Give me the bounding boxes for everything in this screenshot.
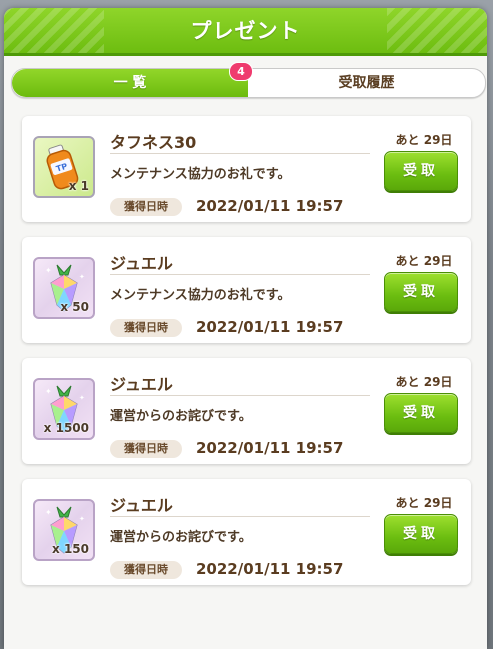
jewel-icon: ✦ ✦ x 150 — [33, 499, 95, 561]
item-name: ジュエル — [110, 375, 173, 394]
acquired-date: 2022/01/11 19:57 — [196, 560, 344, 578]
present-dialog: プレゼント 一 覧 4 受取履歴 TP x 1 タフネス30 メンテナンス協力の… — [4, 8, 487, 649]
divider — [110, 274, 370, 275]
receive-button[interactable]: 受取 — [384, 514, 458, 554]
tab-bar: 一 覧 4 受取履歴 — [11, 62, 486, 98]
item-quantity: x 1 — [68, 179, 89, 193]
tab-list[interactable]: 一 覧 — [12, 69, 248, 97]
receive-button[interactable]: 受取 — [384, 151, 458, 191]
svg-text:✦: ✦ — [45, 508, 52, 517]
item-quantity: x 1500 — [43, 421, 89, 435]
svg-text:✦: ✦ — [45, 266, 52, 275]
receive-button[interactable]: 受取 — [384, 272, 458, 312]
svg-text:✦: ✦ — [45, 387, 52, 396]
remaining-days: あと 29日 — [395, 254, 453, 268]
item-message: メンテナンス協力のお礼です。 — [110, 167, 291, 182]
remaining-days: あと 29日 — [395, 133, 453, 147]
dialog-header: プレゼント — [4, 8, 487, 56]
dialog-title: プレゼント — [190, 19, 301, 43]
item-quantity: x 50 — [60, 300, 89, 314]
divider — [110, 153, 370, 154]
jewel-icon: ✦ ✦ x 1500 — [33, 378, 95, 440]
item-message: 運営からのお詫びです。 — [110, 409, 252, 424]
divider — [110, 516, 370, 517]
svg-text:✦: ✦ — [79, 515, 85, 523]
divider — [110, 395, 370, 396]
acquired-date-label: 獲得日時 — [110, 319, 182, 337]
acquired-date-label: 獲得日時 — [110, 561, 182, 579]
acquired-date-label: 獲得日時 — [110, 198, 182, 216]
tp-bottle-icon: TP x 1 — [33, 136, 95, 198]
item-quantity: x 150 — [52, 542, 89, 556]
item-name: タフネス30 — [110, 133, 197, 152]
present-card: ✦ ✦ x 50 ジュエル メンテナンス協力のお礼です。 獲得日時 2022/0… — [22, 237, 471, 343]
receive-button[interactable]: 受取 — [384, 393, 458, 433]
svg-text:✦: ✦ — [79, 394, 85, 402]
acquired-date: 2022/01/11 19:57 — [196, 318, 344, 336]
present-card: ✦ ✦ x 1500 ジュエル 運営からのお詫びです。 獲得日時 2022/01… — [22, 358, 471, 464]
jewel-icon: ✦ ✦ x 50 — [33, 257, 95, 319]
remaining-days: あと 29日 — [395, 496, 453, 510]
present-list[interactable]: TP x 1 タフネス30 メンテナンス協力のお礼です。 獲得日時 2022/0… — [4, 102, 487, 649]
item-message: メンテナンス協力のお礼です。 — [110, 288, 291, 303]
acquired-date-label: 獲得日時 — [110, 440, 182, 458]
remaining-days: あと 29日 — [395, 375, 453, 389]
item-message: 運営からのお詫びです。 — [110, 530, 252, 545]
acquired-date: 2022/01/11 19:57 — [196, 197, 344, 215]
acquired-date: 2022/01/11 19:57 — [196, 439, 344, 457]
svg-text:✦: ✦ — [79, 273, 85, 281]
present-card: TP x 1 タフネス30 メンテナンス協力のお礼です。 獲得日時 2022/0… — [22, 116, 471, 222]
tab-history[interactable]: 受取履歴 — [248, 69, 485, 97]
item-name: ジュエル — [110, 254, 173, 273]
item-name: ジュエル — [110, 496, 173, 515]
present-card: ✦ ✦ x 150 ジュエル 運営からのお詫びです。 獲得日時 2022/01/… — [22, 479, 471, 585]
